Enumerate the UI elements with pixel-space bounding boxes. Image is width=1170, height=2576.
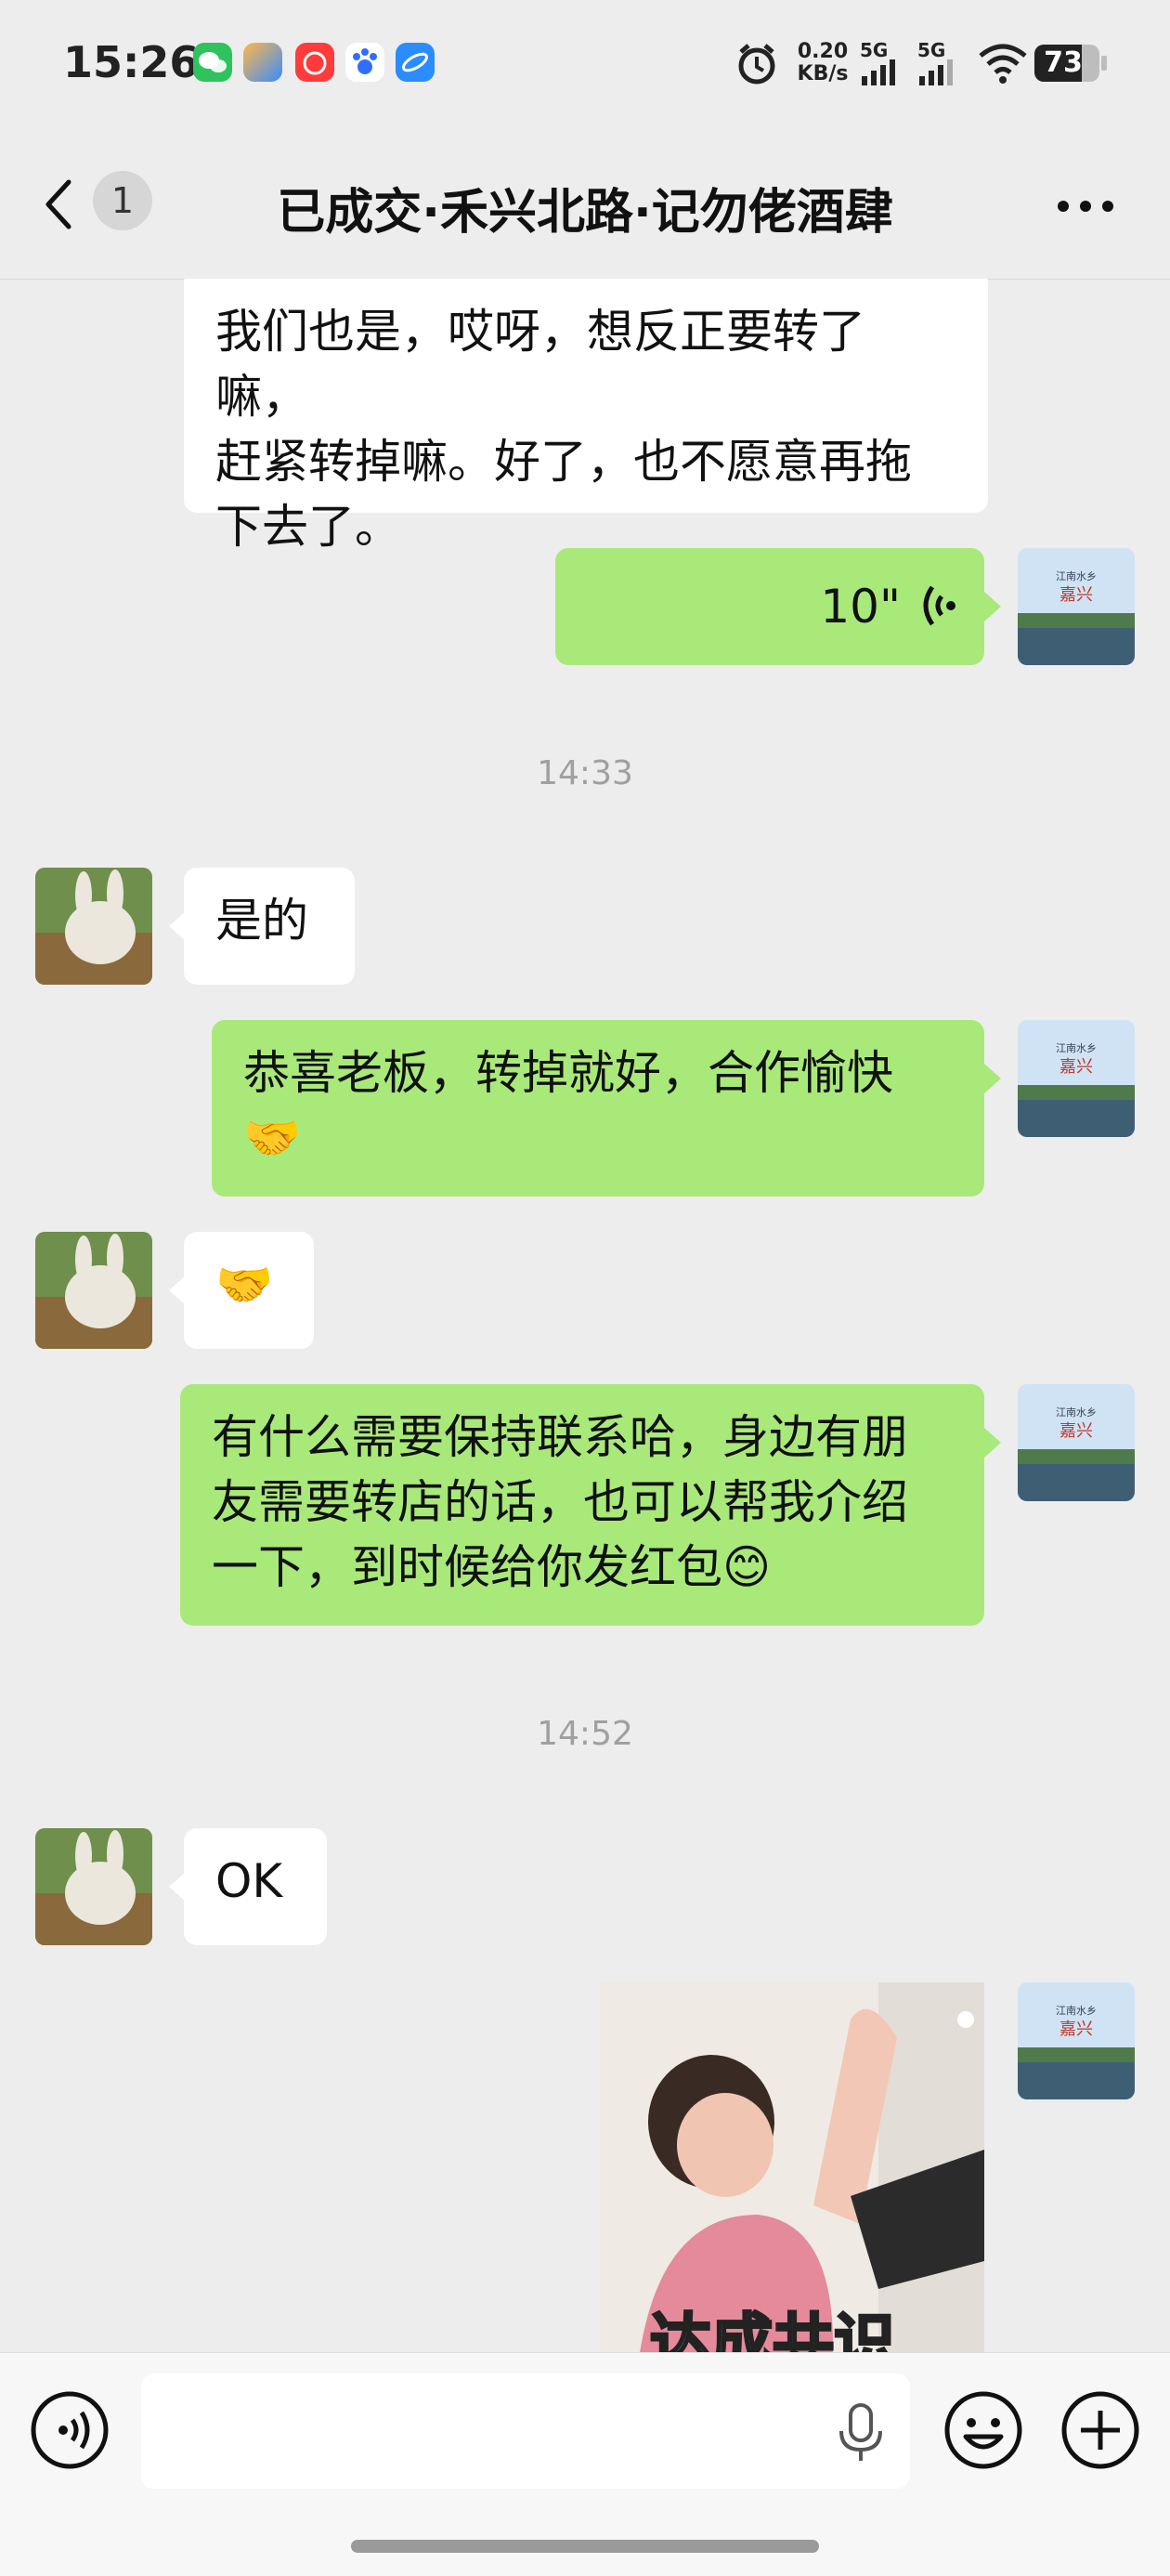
sticker-caption: 达成共识 <box>649 2306 897 2353</box>
my-avatar[interactable]: 江南水乡 嘉兴 <box>1018 1384 1135 1501</box>
avatar-caption-2: 嘉兴 <box>1060 2020 1093 2039</box>
browser-icon <box>396 43 435 82</box>
signal-bars-icon <box>919 59 953 85</box>
battery-level: 73 <box>1044 46 1083 79</box>
message-bubble-received[interactable]: OK <box>184 1828 327 1945</box>
status-bar: 15:26 0.20 KB/s 5G 5G 73 <box>0 0 1170 130</box>
chat-message-list[interactable]: 我们也是，哎呀，想反正要转了嘛， 赶紧转掉嘛。好了，也不愿意再拖 下去了。 10… <box>0 279 1170 2352</box>
app-icon <box>243 43 282 82</box>
baidu-icon <box>345 43 384 82</box>
timestamp: 14:33 <box>537 754 633 792</box>
plus-icon[interactable] <box>1060 2390 1140 2470</box>
avatar-caption-2: 嘉兴 <box>1060 585 1093 605</box>
my-avatar[interactable]: 江南水乡 嘉兴 <box>1018 548 1135 665</box>
contact-avatar[interactable] <box>35 1828 152 1945</box>
wechat-icon <box>193 43 232 82</box>
message-bubble-received[interactable]: 🤝 <box>184 1232 314 1349</box>
contact-avatar[interactable] <box>35 868 152 985</box>
battery-tip <box>1101 56 1107 71</box>
bubble-tail <box>984 592 1001 621</box>
voice-wave-icon <box>923 585 956 626</box>
message-line: 友需要转店的话，也可以帮我介绍 <box>212 1475 908 1529</box>
signal-bars-icon <box>862 59 895 85</box>
net-speed-value: 0.20 <box>797 40 849 63</box>
net-speed-unit: KB/s <box>797 62 849 85</box>
status-time: 15:26 <box>63 37 200 87</box>
handshake-emoji: 🤝 <box>243 1111 302 1165</box>
message-bubble-received[interactable]: 是的 <box>184 868 355 985</box>
home-indicator[interactable] <box>351 2540 819 2553</box>
timestamp: 14:52 <box>537 1715 633 1753</box>
voice-duration: 10" <box>820 580 901 634</box>
voice-message-bubble[interactable]: 10" <box>555 548 984 665</box>
alarm-icon <box>738 44 775 85</box>
more-options-icon[interactable] <box>1057 200 1114 213</box>
message-line: 一下，到时候给你发红包😊 <box>212 1540 772 1594</box>
avatar-caption-1: 江南水乡 <box>1056 1042 1097 1054</box>
chat-title: 已成交·禾兴北路·记勿佬酒肆 <box>277 185 893 241</box>
avatar-caption-2: 嘉兴 <box>1060 1057 1093 1077</box>
bubble-tail <box>984 1428 1001 1458</box>
message-text: 是的 <box>215 894 308 948</box>
avatar-caption-1: 江南水乡 <box>1056 570 1097 582</box>
message-text: OK <box>215 1854 283 1908</box>
net-speed: 0.20 KB/s <box>793 41 852 85</box>
my-avatar[interactable]: 江南水乡 嘉兴 <box>1018 1020 1135 1137</box>
avatar-caption-2: 嘉兴 <box>1060 1421 1093 1441</box>
message-line: 赶紧转掉嘛。好了，也不愿意再拖 <box>215 435 912 489</box>
emoji-icon[interactable] <box>943 2390 1023 2470</box>
avatar-caption-1: 江南水乡 <box>1056 2005 1097 2017</box>
handshake-emoji: 🤝 <box>215 1258 274 1312</box>
contact-avatar[interactable] <box>35 1232 152 1349</box>
my-avatar[interactable]: 江南水乡 嘉兴 <box>1018 1982 1135 2099</box>
netease-music-icon <box>295 43 334 82</box>
voice-input-toggle-icon[interactable] <box>30 2390 110 2470</box>
microphone-icon[interactable] <box>836 2401 886 2463</box>
message-line: 有什么需要保持联系哈，身边有朋 <box>212 1410 908 1464</box>
message-input[interactable] <box>141 2373 910 2489</box>
bubble-tail <box>984 1064 1001 1093</box>
message-line: 恭喜老板，转掉就好，合作愉快 <box>243 1046 893 1100</box>
message-bubble-received[interactable]: 我们也是，哎呀，想反正要转了嘛， 赶紧转掉嘛。好了，也不愿意再拖 下去了。 <box>184 279 988 554</box>
message-line: 我们也是，哎呀，想反正要转了嘛， <box>215 305 865 424</box>
avatar-caption-1: 江南水乡 <box>1056 1406 1097 1419</box>
wifi-icon <box>979 44 1027 84</box>
message-bubble-sent[interactable]: 有什么需要保持联系哈，身边有朋 友需要转店的话，也可以帮我介绍 一下，到时候给你… <box>180 1384 984 1626</box>
message-bubble-sent[interactable]: 恭喜老板，转掉就好，合作愉快 🤝 <box>212 1020 984 1196</box>
battery-icon: 73 <box>1034 45 1099 82</box>
sticker-image[interactable]: 达成共识 <box>600 1982 984 2352</box>
